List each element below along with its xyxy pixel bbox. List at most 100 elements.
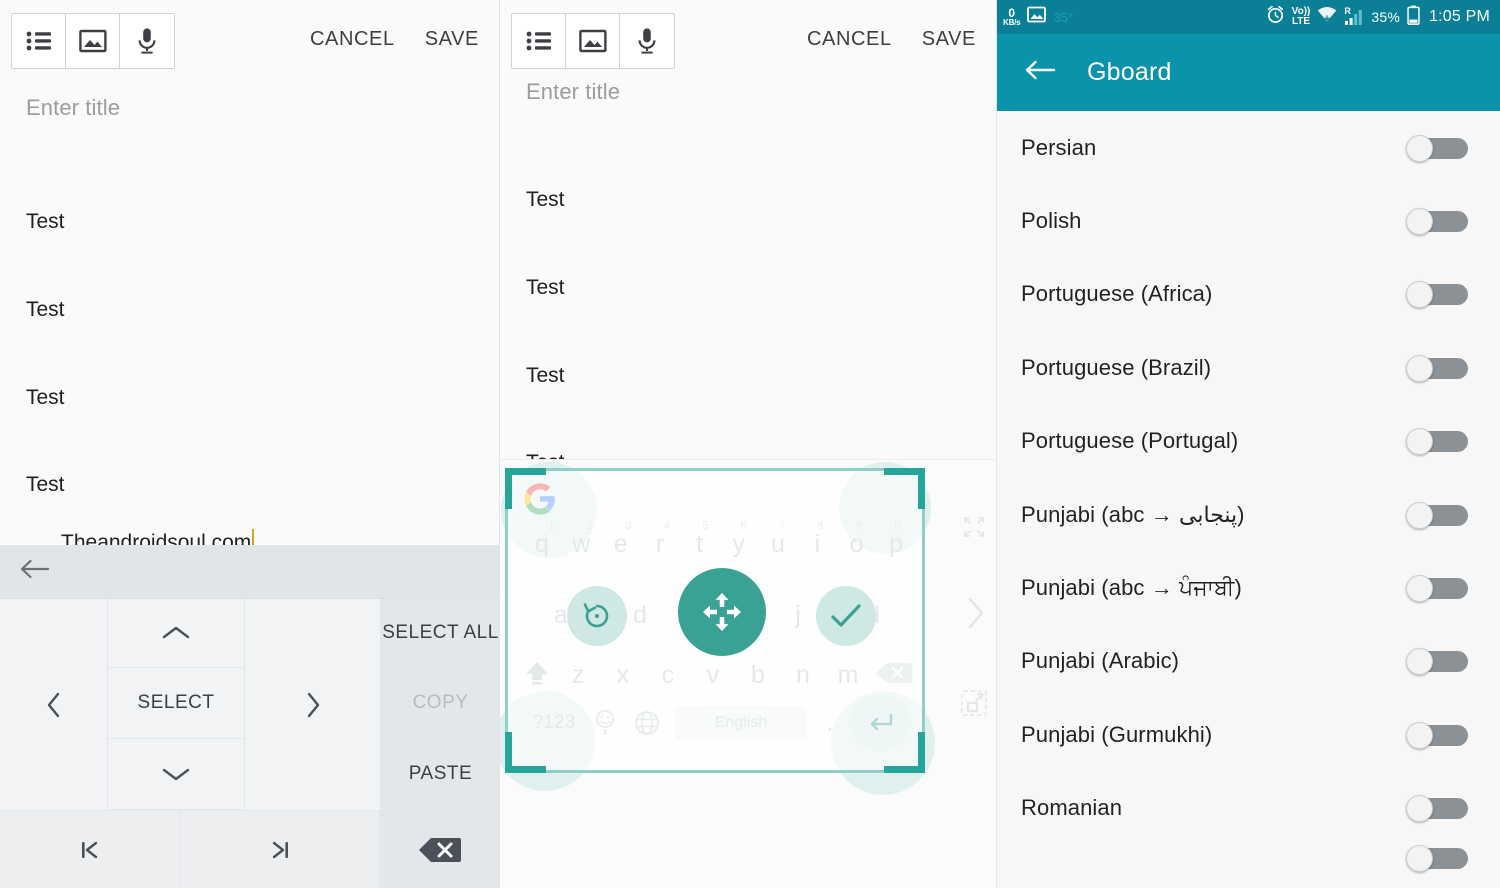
back-arrow-icon[interactable] [18,558,52,585]
language-toggle[interactable] [1406,575,1468,603]
dock-resize-icon[interactable] [959,688,989,718]
list-item[interactable]: Portuguese (Portugal) [997,405,1500,478]
resize-edge-bottom[interactable] [539,770,891,773]
move-to-start-key[interactable] [0,811,180,888]
key-u[interactable]: u [759,530,797,559]
key-j[interactable]: j [780,601,816,630]
key-z[interactable]: z [560,661,596,690]
language-toggle[interactable] [1406,281,1468,309]
key-n[interactable]: n [785,661,821,690]
save-button[interactable]: SAVE [425,28,479,51]
list-item[interactable]: Punjabi (Arabic) [997,625,1500,698]
cursor-up-key[interactable] [108,599,245,668]
list-item[interactable]: Punjabi (abc → ਪੰਜਾਬੀ) [997,551,1500,624]
cursor-right-key[interactable] [245,599,381,810]
key-e[interactable]: e [602,530,640,559]
cancel-button[interactable]: CANCEL [310,28,395,51]
globe-language-icon[interactable] [625,710,669,736]
resize-handle-top-right[interactable] [884,468,925,509]
key-t[interactable]: t [680,530,718,559]
save-button[interactable]: SAVE [922,28,976,51]
language-toggle[interactable] [1406,208,1468,236]
list-item[interactable]: Punjabi (Gurmukhi) [997,698,1500,771]
language-toggle[interactable] [1406,721,1468,749]
backspace-key[interactable] [380,811,499,888]
image-icon[interactable] [566,14,620,68]
resize-edge-left[interactable] [505,502,508,739]
note-toolbar-mid: CANCEL SAVE [500,0,996,75]
key-d[interactable]: d [622,601,658,630]
expand-fullscreen-icon[interactable] [959,512,989,542]
chevron-right-icon[interactable] [963,595,989,631]
check-done-icon[interactable] [816,586,876,646]
resize-edge-top[interactable] [539,468,891,471]
resize-handle-top-left[interactable] [505,468,546,509]
key-w[interactable]: w [562,530,600,559]
select-all-key[interactable]: SELECT ALL [381,599,499,668]
language-toggle[interactable] [1406,428,1468,456]
list-item[interactable]: Romanian [997,772,1500,845]
language-label: Romanian [1021,795,1123,821]
key-v[interactable]: v [695,661,731,690]
key-x[interactable]: x [605,661,641,690]
list-item[interactable]: Portuguese (Brazil) [997,331,1500,404]
key-q[interactable]: q [523,530,561,559]
back-arrow-icon[interactable] [1023,58,1057,87]
microphone-icon[interactable] [120,14,174,68]
shift-icon[interactable] [523,660,551,691]
bullet-list-icon[interactable] [512,14,566,68]
navkb-back-bar[interactable] [0,545,499,599]
note-title-input[interactable]: Enter title [26,95,499,121]
note-title-input[interactable]: Enter title [526,79,996,105]
key-i[interactable]: i [798,530,836,559]
language-toggle[interactable] [1406,795,1468,823]
resize-handle-bottom-left[interactable] [505,732,546,773]
language-toggle[interactable] [1406,501,1468,529]
resize-handle-bottom-right[interactable] [884,732,925,773]
reset-undo-icon[interactable] [567,586,627,646]
language-toggle[interactable] [1406,134,1468,162]
language-toggle[interactable] [1406,354,1468,382]
key-o[interactable]: o [838,530,876,559]
language-toggle[interactable] [1406,844,1468,872]
symbols-key[interactable]: ?123 [523,712,585,734]
android-status-bar: 0 KB/s 35° Vo)) LTE R 35% 1:05 PM [997,0,1500,34]
list-item[interactable]: Persian [997,111,1500,184]
key-y[interactable]: y [720,530,758,559]
move-to-end-key[interactable] [180,811,380,888]
language-label: Punjabi (abc → ਪੰਜਾਬੀ) [1021,575,1242,601]
cursor-left-key[interactable] [0,599,108,810]
space-key[interactable]: English [675,706,807,740]
period-key[interactable]: . [813,709,847,738]
bullet-list-icon[interactable] [12,14,66,68]
key-m[interactable]: m [830,661,866,690]
keyboard-row-1: q w e r t y u i o p [523,530,915,559]
battery-icon [1407,5,1420,30]
language-list[interactable]: Persian Polish Portuguese (Africa) Portu… [997,111,1500,888]
key-b[interactable]: b [740,661,776,690]
move-four-arrows-icon[interactable] [678,568,766,656]
image-icon[interactable] [66,14,120,68]
backspace-icon[interactable] [875,660,913,691]
emoji-comma-icon[interactable] [585,709,625,737]
gboard-floating-frame[interactable]: 1 2 3 4 5 6 7 8 9 0 q w e r t y u i o p … [500,462,935,795]
list-item-partial[interactable] [997,844,1500,875]
cancel-button[interactable]: CANCEL [807,28,892,51]
key-r[interactable]: r [641,530,679,559]
toolbar-actions-left: CANCEL SAVE [310,28,479,51]
key-p[interactable]: p [877,530,915,559]
key-c[interactable]: c [650,661,686,690]
copy-key[interactable]: COPY [381,668,499,739]
list-item[interactable]: Polish [997,184,1500,257]
language-label: Portuguese (Brazil) [1021,354,1212,380]
list-item[interactable]: Punjabi (abc → پنجابی) [997,478,1500,551]
resize-edge-right[interactable] [922,502,925,739]
microphone-icon[interactable] [620,14,674,68]
language-toggle[interactable] [1406,648,1468,676]
note-body-input[interactable]: Test Test Test Test Theandroidsoul.com [26,149,499,587]
paste-key[interactable]: PASTE [381,739,499,810]
select-key[interactable]: SELECT [108,668,245,739]
cursor-down-key[interactable] [108,739,245,810]
data-rate-indicator: 0 KB/s [1003,7,1021,27]
list-item[interactable]: Portuguese (Africa) [997,258,1500,331]
